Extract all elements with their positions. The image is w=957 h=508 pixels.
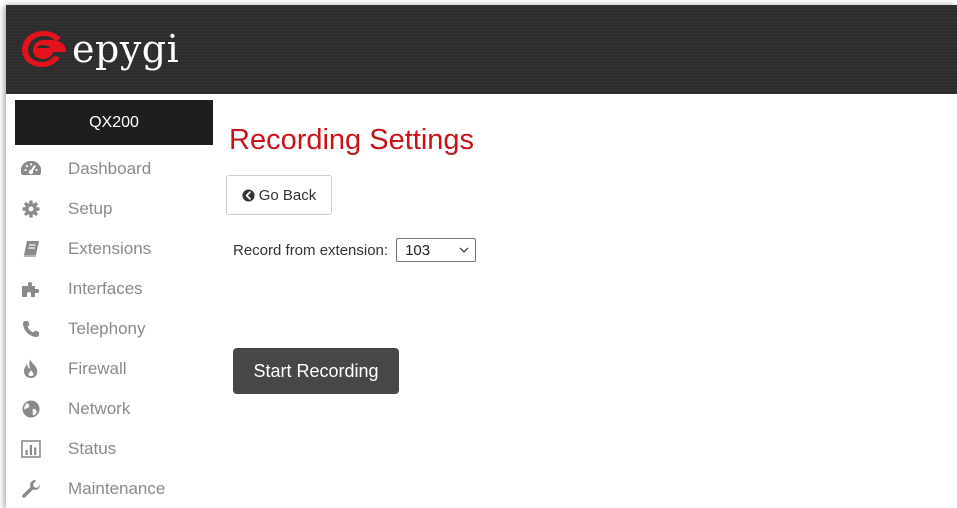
epygi-swirl-icon xyxy=(22,31,66,67)
page-title: Recording Settings xyxy=(229,124,475,156)
fire-icon xyxy=(21,359,41,379)
sidebar-item-label: Network xyxy=(68,399,131,418)
extension-select-value: 103 xyxy=(405,241,431,259)
wrench-icon xyxy=(21,479,41,499)
sidebar-item-label: Telephony xyxy=(68,319,146,338)
bar-chart-icon xyxy=(21,439,41,459)
gear-icon xyxy=(21,199,41,219)
sidebar-item-dashboard[interactable]: Dashboard xyxy=(6,149,213,189)
main-content: Recording Settings Go Back Record from e… xyxy=(213,94,957,508)
sidebar-item-label: Dashboard xyxy=(68,159,152,178)
sidebar-item-telephony[interactable]: Telephony xyxy=(6,309,213,349)
sidebar-item-extensions[interactable]: Extensions xyxy=(6,229,213,269)
extension-select[interactable]: 103 xyxy=(396,238,477,262)
app-window: epygi QX200 Dashboard Setup Extensions I… xyxy=(6,5,957,508)
sidebar-item-label: Extensions xyxy=(68,239,152,258)
start-recording-button[interactable]: Start Recording xyxy=(233,348,399,394)
product-name: QX200 xyxy=(15,100,213,145)
sidebar-item-label: Interfaces xyxy=(68,279,143,298)
book-icon xyxy=(21,239,41,259)
sidebar-item-firewall[interactable]: Firewall xyxy=(6,349,213,389)
sidebar-item-label: Status xyxy=(68,439,117,458)
top-header: epygi xyxy=(6,5,957,94)
arrow-left-circle-icon xyxy=(242,188,255,202)
phone-icon xyxy=(21,319,41,339)
sidebar-item-label: Firewall xyxy=(68,359,127,378)
puzzle-icon xyxy=(21,279,41,299)
sidebar-item-network[interactable]: Network xyxy=(6,389,213,429)
sidebar-item-status[interactable]: Status xyxy=(6,429,213,469)
globe-icon xyxy=(21,399,41,419)
sidebar-item-setup[interactable]: Setup xyxy=(6,189,213,229)
record-from-row: Record from extension: 103 xyxy=(233,238,477,262)
dashboard-icon xyxy=(21,159,41,179)
epygi-logo[interactable]: epygi xyxy=(20,19,179,79)
go-back-label: Go Back xyxy=(258,186,317,204)
sidebar-item-maintenance[interactable]: Maintenance xyxy=(6,469,213,508)
brand-name: epygi xyxy=(72,27,180,71)
sidebar-nav: Dashboard Setup Extensions Interfaces Te… xyxy=(6,149,213,508)
sidebar-item-label: Maintenance xyxy=(68,479,166,498)
sidebar-item-interfaces[interactable]: Interfaces xyxy=(6,269,213,309)
chevron-down-icon xyxy=(459,247,469,253)
go-back-button[interactable]: Go Back xyxy=(226,175,332,215)
sidebar: QX200 Dashboard Setup Extensions Interfa… xyxy=(6,94,213,508)
sidebar-item-label: Setup xyxy=(68,199,113,218)
record-from-label: Record from extension: xyxy=(233,241,389,259)
